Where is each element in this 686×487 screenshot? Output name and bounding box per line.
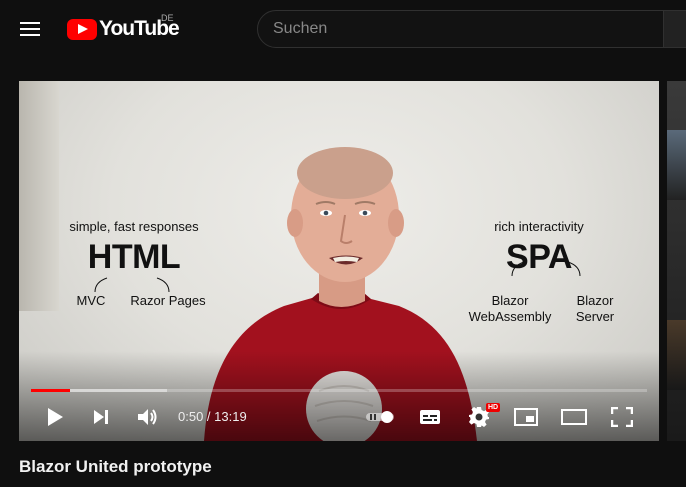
autoplay-toggle[interactable] xyxy=(364,403,396,431)
search-box xyxy=(257,10,667,48)
sidebar-thumbnail[interactable] xyxy=(667,130,686,200)
sidebar-thumbnail[interactable] xyxy=(667,320,686,390)
masthead: YouTube DE xyxy=(0,0,686,57)
time-current: 0:50 xyxy=(178,409,204,424)
play-button[interactable] xyxy=(41,403,69,431)
search-button[interactable] xyxy=(663,10,686,48)
progress-bar[interactable] xyxy=(31,389,647,392)
theater-mode-button[interactable] xyxy=(560,403,588,431)
left-connector-lines xyxy=(94,277,170,293)
search-input[interactable] xyxy=(273,11,653,47)
country-code: DE xyxy=(161,13,174,23)
time-separator: / xyxy=(203,409,215,424)
subtitles-icon xyxy=(420,410,440,424)
right-caption: rich interactivity xyxy=(494,219,584,234)
play-icon xyxy=(48,408,63,426)
time-total: 13:19 xyxy=(214,409,247,424)
fullscreen-icon xyxy=(611,407,633,427)
video-player[interactable]: simple, fast responses HTML MVC Razor Pa… xyxy=(19,81,659,441)
skip-next-icon xyxy=(94,410,108,424)
next-button[interactable] xyxy=(87,403,115,431)
menu-icon[interactable] xyxy=(18,17,42,41)
progress-played xyxy=(31,389,70,392)
volume-icon xyxy=(138,409,157,425)
left-heading: HTML xyxy=(87,238,181,276)
mute-button[interactable] xyxy=(134,403,162,431)
youtube-play-logo-icon xyxy=(67,18,97,40)
subtitles-button[interactable] xyxy=(416,403,444,431)
video-title: Blazor United prototype xyxy=(19,457,212,476)
theater-mode-icon xyxy=(561,409,587,425)
right-item-2: Blazor Server xyxy=(575,293,615,324)
time-display: 0:50 / 13:19 xyxy=(178,409,247,424)
fullscreen-button[interactable] xyxy=(608,403,636,431)
miniplayer-icon xyxy=(514,408,538,426)
left-caption: simple, fast responses xyxy=(69,219,199,234)
autoplay-toggle-icon xyxy=(366,411,394,423)
right-item-1: Blazor WebAssembly xyxy=(468,293,552,324)
right-connector-lines xyxy=(511,261,581,277)
miniplayer-button[interactable] xyxy=(512,403,540,431)
hd-badge: HD xyxy=(486,403,501,412)
